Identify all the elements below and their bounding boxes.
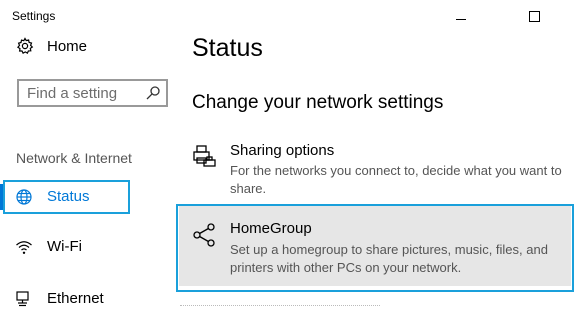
search-box[interactable] <box>17 79 168 107</box>
sidebar-item-home[interactable]: Home <box>0 32 176 62</box>
homegroup-icon <box>192 222 218 248</box>
printer-share-icon <box>192 144 218 170</box>
gear-icon <box>16 37 34 55</box>
section-heading: Network & Internet <box>16 150 132 166</box>
search-icon[interactable] <box>145 85 161 101</box>
sidebar-item-ethernet[interactable]: Ethernet <box>0 282 176 316</box>
option-title: HomeGroup <box>230 220 312 237</box>
sidebar: Home Network & Internet <box>0 32 176 313</box>
section-title: Change your network settings <box>192 92 444 113</box>
option-description: Set up a homegroup to share pictures, mu… <box>230 242 548 275</box>
sidebar-item-label: Home <box>47 38 88 55</box>
option-description: For the networks you connect to, decide … <box>230 163 562 196</box>
window-title: Settings <box>12 9 56 23</box>
maximize-button[interactable] <box>517 4 551 28</box>
search-input[interactable] <box>19 81 147 105</box>
wifi-icon <box>15 238 33 256</box>
highlight-box <box>3 180 130 214</box>
ethernet-icon <box>15 290 33 308</box>
cutoff-row <box>180 305 380 310</box>
homegroup-link[interactable]: HomeGroup Set up a homegroup to share pi… <box>179 206 571 286</box>
sharing-options-link[interactable]: Sharing options For the networks you con… <box>176 140 577 200</box>
sidebar-item-label: Ethernet <box>47 290 104 307</box>
sidebar-item-wifi[interactable]: Wi-Fi <box>0 230 176 264</box>
main-content: Status Change your network settings Shar… <box>176 32 577 313</box>
title-bar: Settings <box>0 0 577 32</box>
page-title: Status <box>192 34 263 62</box>
sidebar-item-status[interactable]: Status <box>0 180 176 214</box>
minimize-icon <box>456 18 466 20</box>
minimize-button[interactable] <box>444 4 478 28</box>
maximize-icon <box>528 10 540 22</box>
sidebar-item-label: Wi-Fi <box>47 238 82 255</box>
option-title: Sharing options <box>230 142 335 159</box>
